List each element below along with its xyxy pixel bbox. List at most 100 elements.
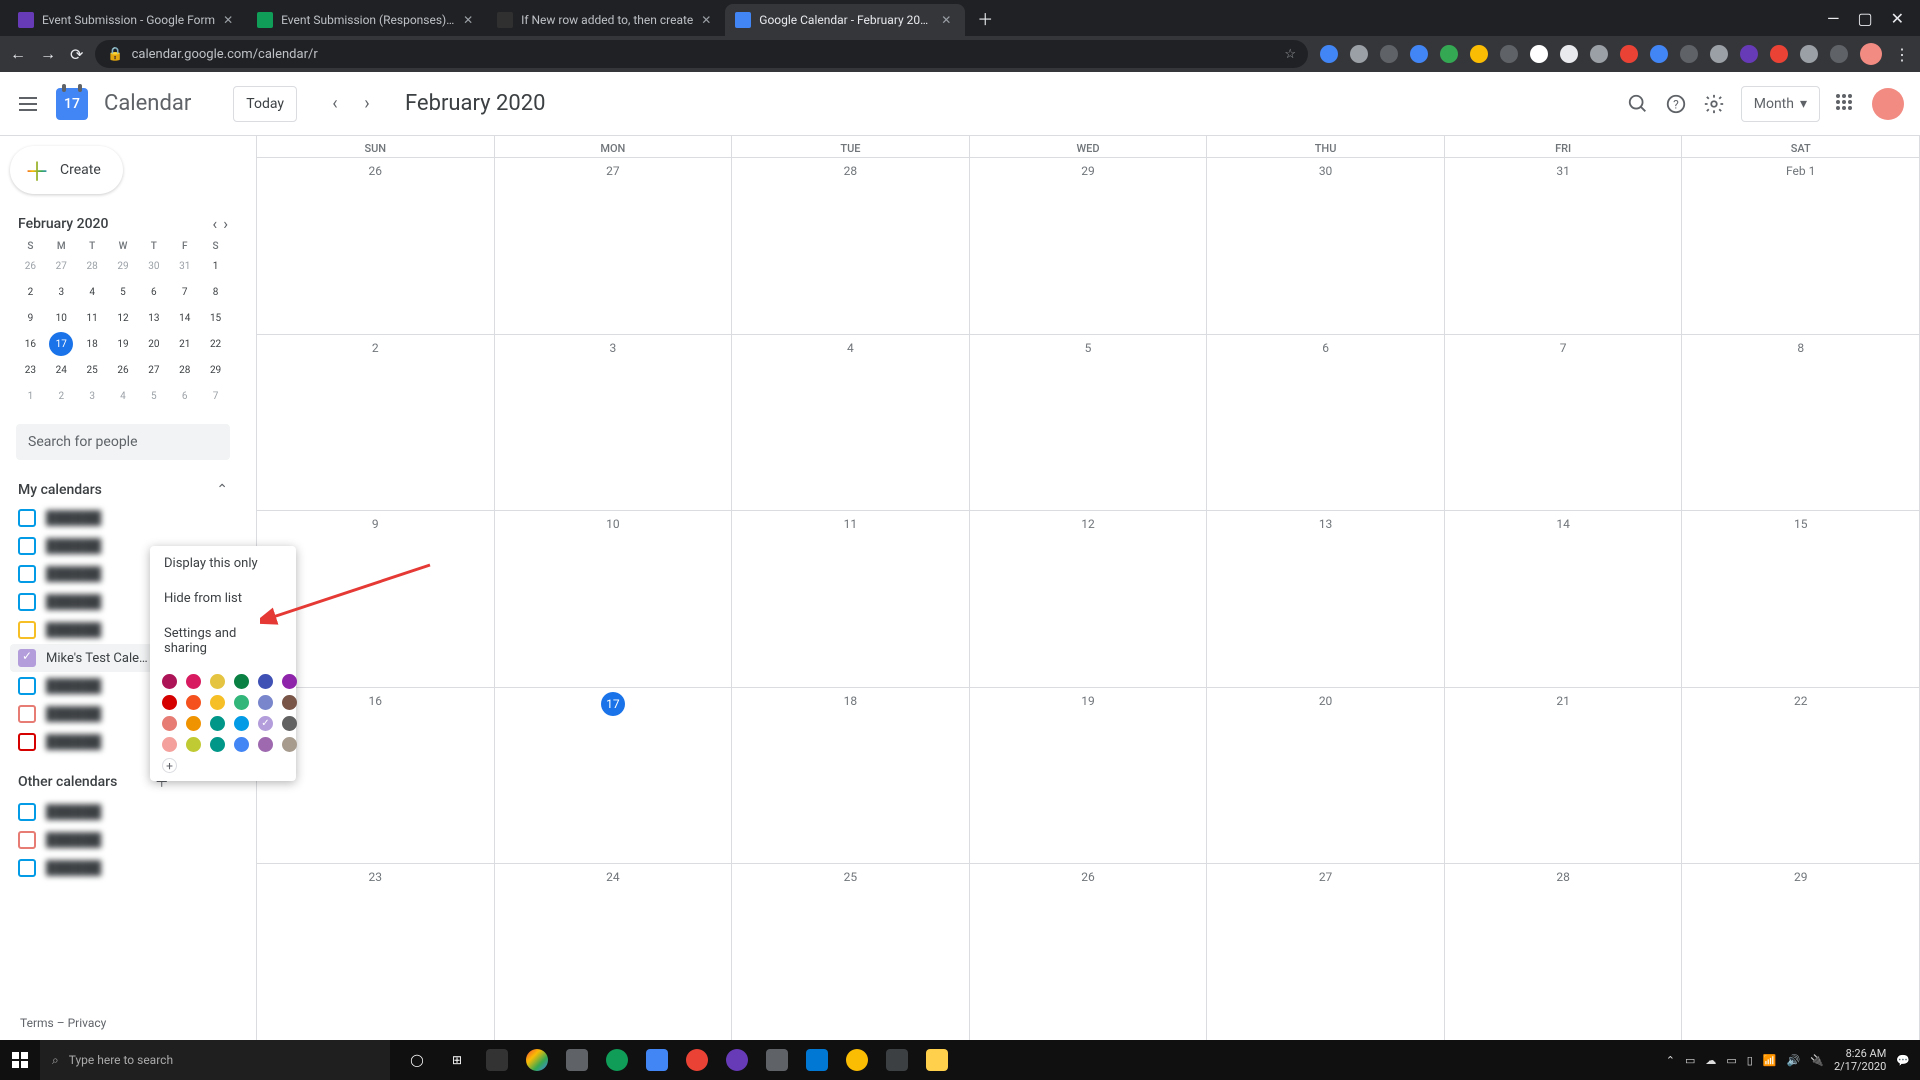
- add-color-icon[interactable]: +: [162, 758, 177, 773]
- account-avatar[interactable]: [1872, 88, 1904, 120]
- mini-day[interactable]: 4: [111, 384, 135, 408]
- day-cell[interactable]: 7: [1445, 335, 1683, 511]
- new-tab-button[interactable]: ＋: [971, 4, 999, 32]
- mini-day[interactable]: 1: [18, 384, 42, 408]
- calendar-checkbox[interactable]: [18, 677, 36, 695]
- onedrive-icon[interactable]: ☁: [1705, 1054, 1716, 1067]
- tray-icon[interactable]: ▭: [1726, 1054, 1736, 1067]
- color-swatch[interactable]: [162, 674, 177, 689]
- day-cell[interactable]: 21: [1445, 688, 1683, 864]
- minimize-icon[interactable]: —: [1827, 9, 1840, 28]
- color-swatch[interactable]: [186, 674, 201, 689]
- mini-day[interactable]: 26: [111, 358, 135, 382]
- day-cell[interactable]: 2: [257, 335, 495, 511]
- mini-day[interactable]: 31: [173, 254, 197, 278]
- day-cell[interactable]: 13: [1207, 511, 1445, 687]
- day-cell[interactable]: 4: [732, 335, 970, 511]
- notifications-icon[interactable]: 💬: [1896, 1054, 1910, 1067]
- search-people-input[interactable]: Search for people: [16, 424, 230, 460]
- color-swatch[interactable]: [186, 695, 201, 710]
- help-icon[interactable]: ?: [1665, 93, 1687, 115]
- chrome-icon[interactable]: [518, 1040, 556, 1080]
- color-swatch[interactable]: [210, 716, 225, 731]
- app-icon[interactable]: [478, 1040, 516, 1080]
- mini-day[interactable]: 8: [204, 280, 228, 304]
- browser-menu-icon[interactable]: ⋮: [1894, 45, 1910, 64]
- bookmark-star-icon[interactable]: ☆: [1284, 47, 1296, 62]
- mini-day[interactable]: 23: [18, 358, 42, 382]
- calendar-checkbox[interactable]: [18, 509, 36, 527]
- day-cell[interactable]: 11: [732, 511, 970, 687]
- mini-day[interactable]: 6: [173, 384, 197, 408]
- calendar-checkbox[interactable]: [18, 859, 36, 877]
- color-swatch[interactable]: [258, 695, 273, 710]
- color-swatch[interactable]: [258, 674, 273, 689]
- ext-icon[interactable]: [1770, 45, 1788, 63]
- menu-settings-sharing[interactable]: Settings and sharing: [150, 616, 296, 666]
- tray-chevron-icon[interactable]: ⌃: [1666, 1054, 1675, 1067]
- start-button[interactable]: [0, 1052, 40, 1068]
- day-cell[interactable]: 3: [495, 335, 733, 511]
- mini-day[interactable]: 7: [173, 280, 197, 304]
- mini-day[interactable]: 5: [111, 280, 135, 304]
- ext-icon[interactable]: [1410, 45, 1428, 63]
- color-swatch[interactable]: [234, 674, 249, 689]
- mini-day[interactable]: 2: [18, 280, 42, 304]
- wifi-icon[interactable]: 📶: [1763, 1054, 1777, 1067]
- privacy-link[interactable]: Privacy: [68, 1016, 107, 1030]
- color-swatch[interactable]: [234, 695, 249, 710]
- mini-day[interactable]: 28: [80, 254, 104, 278]
- ext-icon[interactable]: [1380, 45, 1398, 63]
- ext-icon[interactable]: [1500, 45, 1518, 63]
- day-cell[interactable]: 31: [1445, 158, 1683, 334]
- mini-day[interactable]: 14: [173, 306, 197, 330]
- calendar-item[interactable]: ██████: [10, 504, 236, 532]
- ext-icon[interactable]: [1320, 45, 1338, 63]
- maximize-icon[interactable]: ▢: [1857, 9, 1872, 28]
- calendar-item[interactable]: ██████: [10, 826, 236, 854]
- color-swatch[interactable]: [258, 716, 273, 731]
- mini-day[interactable]: 19: [111, 332, 135, 356]
- day-cell[interactable]: 28: [732, 158, 970, 334]
- day-cell[interactable]: 23: [257, 864, 495, 1040]
- cortana-icon[interactable]: ◯: [398, 1040, 436, 1080]
- battery-icon[interactable]: ▯: [1747, 1054, 1753, 1067]
- close-icon[interactable]: ✕: [223, 13, 237, 27]
- mini-day[interactable]: 16: [18, 332, 42, 356]
- color-swatch[interactable]: [210, 695, 225, 710]
- color-swatch[interactable]: [282, 695, 297, 710]
- color-swatch[interactable]: [162, 716, 177, 731]
- taskview-icon[interactable]: ⊞: [438, 1040, 476, 1080]
- tab-zapier[interactable]: If New row added to, then create ✕: [487, 4, 725, 36]
- ext-icon[interactable]: [1350, 45, 1368, 63]
- day-cell[interactable]: 12: [970, 511, 1208, 687]
- day-cell[interactable]: 24: [495, 864, 733, 1040]
- calendar-checkbox[interactable]: [18, 705, 36, 723]
- ext-icon[interactable]: [1800, 45, 1818, 63]
- calendar-item[interactable]: ██████: [10, 854, 236, 882]
- mini-day[interactable]: 2: [49, 384, 73, 408]
- mini-day[interactable]: 3: [80, 384, 104, 408]
- mini-day[interactable]: 21: [173, 332, 197, 356]
- day-cell[interactable]: 28: [1445, 864, 1683, 1040]
- tray-icon[interactable]: ▭: [1685, 1054, 1695, 1067]
- mini-day[interactable]: 15: [204, 306, 228, 330]
- taskbar-search[interactable]: ⌕ Type here to search: [40, 1040, 390, 1080]
- mini-day[interactable]: 10: [49, 306, 73, 330]
- app-icon[interactable]: [598, 1040, 636, 1080]
- taskbar-clock[interactable]: 8:26 AM 2/17/2020: [1834, 1047, 1886, 1073]
- mini-day[interactable]: 17: [49, 332, 73, 356]
- day-cell[interactable]: 19: [970, 688, 1208, 864]
- ext-icon[interactable]: [1530, 45, 1548, 63]
- reload-icon[interactable]: ⟳: [70, 45, 83, 64]
- mini-prev-icon[interactable]: ‹: [212, 214, 217, 233]
- mini-day[interactable]: 22: [204, 332, 228, 356]
- mini-next-icon[interactable]: ›: [223, 214, 228, 233]
- day-cell[interactable]: 30: [1207, 158, 1445, 334]
- tab-sheets[interactable]: Event Submission (Responses) - G ✕: [247, 4, 487, 36]
- color-swatch[interactable]: [282, 674, 297, 689]
- calendar-checkbox[interactable]: [18, 649, 36, 667]
- terms-link[interactable]: Terms: [20, 1016, 54, 1030]
- today-button[interactable]: Today: [233, 86, 297, 122]
- mini-day[interactable]: 25: [80, 358, 104, 382]
